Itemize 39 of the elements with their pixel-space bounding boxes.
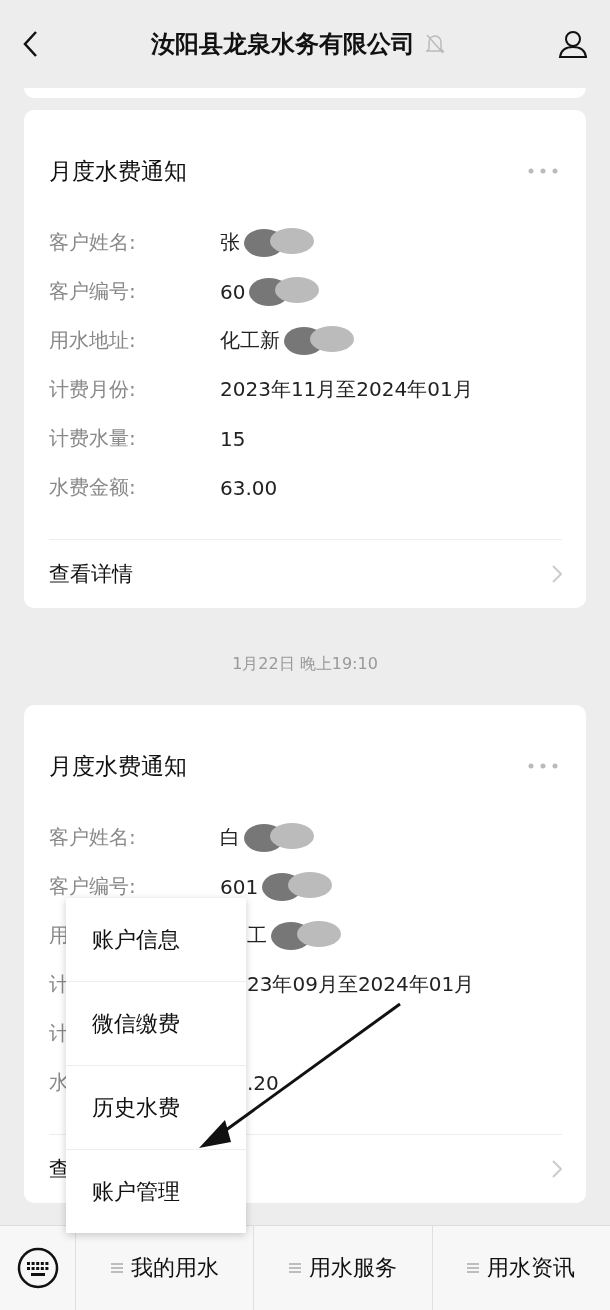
field-value: 白 [220,824,240,851]
field-value: 2023年11月至2024年01月 [220,376,473,403]
field-label: 计 [49,1020,69,1047]
chevron-right-icon [552,565,562,583]
menu-item[interactable]: 微信缴费 [66,981,246,1065]
field-label: 客户编号: [49,278,136,305]
field-label: 水费金额: [49,474,136,501]
field-value: .20 [247,1070,279,1095]
field-value: 23年09月至2024年01月 [247,971,475,998]
menu-icon [467,1262,480,1274]
field-label: 客户姓名: [49,824,136,851]
view-details-link[interactable]: 查看详情 [49,560,133,588]
window-title: 汝阳县龙泉水务有限公司 [151,29,415,60]
card-title: 月度水费通知 [49,752,187,781]
field-value: 张 [220,229,240,256]
muted-bell-icon [425,33,445,55]
menu-item[interactable]: 账户管理 [66,1149,246,1233]
menu-tab[interactable]: 用水资讯 [431,1226,610,1310]
menu-tab[interactable]: 用水服务 [253,1226,432,1310]
chevron-right-icon [552,1160,562,1178]
field-value: 60 [220,279,246,304]
field-value: 63.00 [220,475,278,500]
menu-icon [289,1262,301,1274]
field-value: 化工新 [220,327,280,354]
profile-icon[interactable] [558,29,588,59]
field-label: 用水地址: [49,327,136,354]
field-value: 工 [247,922,267,949]
field-label: 计 [49,971,69,998]
card-title: 月度水费通知 [49,157,187,186]
back-icon[interactable] [22,30,38,58]
field-value: 601 [220,874,259,899]
timestamp: 1月22日 晚上19:10 [232,654,378,675]
field-label: 客户编号: [49,873,136,900]
field-label: 客户姓名: [49,229,136,256]
menu-item[interactable]: 账户信息 [66,898,246,981]
field-value: 15 [220,426,246,451]
field-label: 计费月份: [49,376,136,403]
field-label: 计费水量: [49,425,136,452]
menu-icon [110,1262,123,1274]
